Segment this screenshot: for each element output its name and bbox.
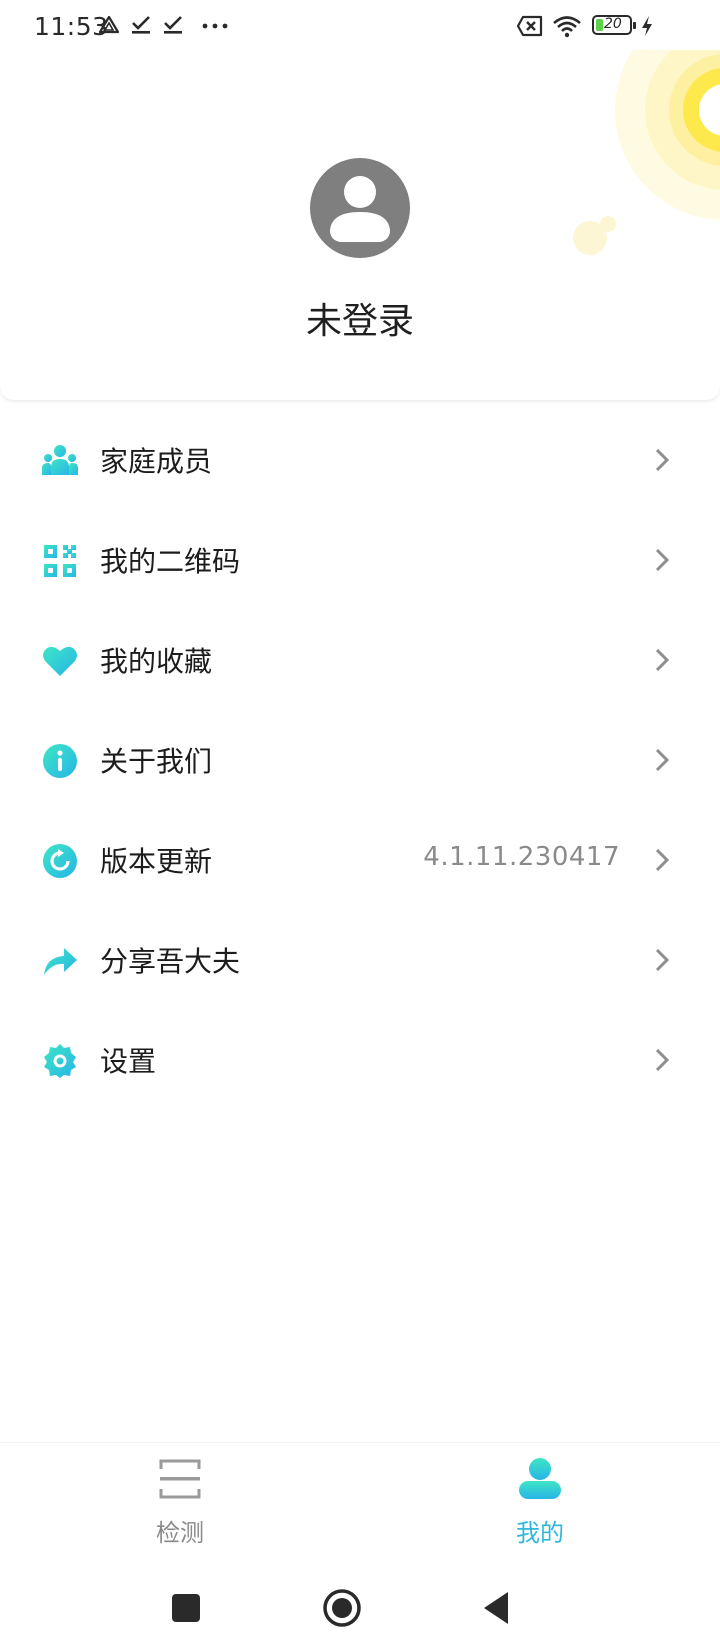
menu-item-qr-code[interactable]: 我的二维码 — [0, 510, 720, 610]
menu-item-about-us[interactable]: 关于我们 — [0, 710, 720, 810]
profile-icon — [519, 1458, 561, 1499]
status-bar: 11:53 20 — [0, 0, 720, 52]
menu-item-settings[interactable]: 设置 — [0, 1010, 720, 1110]
chevron-right-icon — [655, 848, 670, 872]
drive-icon — [98, 15, 120, 34]
battery-level-fill — [596, 19, 603, 31]
version-number: 4.1.11.230417 — [423, 842, 620, 872]
charging-icon — [642, 16, 652, 36]
menu-item-label: 我的收藏 — [100, 645, 213, 678]
login-status-text[interactable]: 未登录 — [0, 292, 720, 344]
home-icon[interactable] — [320, 1586, 364, 1630]
tab-label: 我的 — [516, 1519, 564, 1547]
recent-apps-icon[interactable] — [164, 1586, 208, 1630]
heart-icon — [43, 646, 77, 676]
family-members-icon — [42, 445, 78, 475]
menu-item-label: 家庭成员 — [100, 445, 213, 478]
info-icon — [43, 744, 77, 778]
battery-icon: 20 — [592, 15, 636, 35]
menu-item-label: 我的二维码 — [100, 545, 241, 578]
battery-level: 20 — [604, 16, 622, 32]
scan-icon — [159, 1459, 201, 1499]
menu-list: 家庭成员 我的二维码 我的收藏 关于我们 版本更新 4.1.11.230417 … — [0, 410, 720, 1110]
wifi-icon — [553, 16, 581, 38]
menu-item-label: 分享吾大夫 — [100, 945, 241, 978]
settings-icon — [44, 1044, 76, 1078]
menu-item-label: 关于我们 — [100, 745, 213, 778]
sun-decoration-icon — [573, 50, 720, 255]
download-done-icon — [164, 16, 182, 34]
tab-label: 检测 — [156, 1519, 204, 1547]
menu-item-version-update[interactable]: 版本更新 4.1.11.230417 — [0, 810, 720, 910]
menu-item-label: 设置 — [100, 1045, 157, 1078]
menu-item-share-app[interactable]: 分享吾大夫 — [0, 910, 720, 1010]
download-done-icon — [132, 16, 150, 34]
menu-item-favorites[interactable]: 我的收藏 — [0, 610, 720, 710]
no-sim-icon — [516, 15, 543, 37]
update-icon — [43, 844, 77, 878]
chevron-right-icon — [655, 948, 670, 972]
profile-card[interactable]: 未登录 — [0, 50, 720, 400]
chevron-right-icon — [655, 648, 670, 672]
share-icon — [44, 948, 77, 975]
bottom-navigation: 检测 我的 — [0, 1442, 720, 1564]
more-dots-icon — [202, 23, 228, 29]
user-avatar-icon[interactable] — [310, 158, 410, 258]
tab-detect[interactable]: 检测 — [80, 1443, 280, 1565]
chevron-right-icon — [655, 548, 670, 572]
menu-item-label: 版本更新 — [100, 845, 213, 878]
tab-mine[interactable]: 我的 — [440, 1443, 640, 1565]
back-icon[interactable] — [476, 1586, 520, 1630]
chevron-right-icon — [655, 448, 670, 472]
qr-code-icon — [44, 545, 76, 577]
menu-item-family-members[interactable]: 家庭成员 — [0, 410, 720, 510]
chevron-right-icon — [655, 748, 670, 772]
chevron-right-icon — [655, 1048, 670, 1072]
system-navigation-bar — [0, 1564, 720, 1650]
